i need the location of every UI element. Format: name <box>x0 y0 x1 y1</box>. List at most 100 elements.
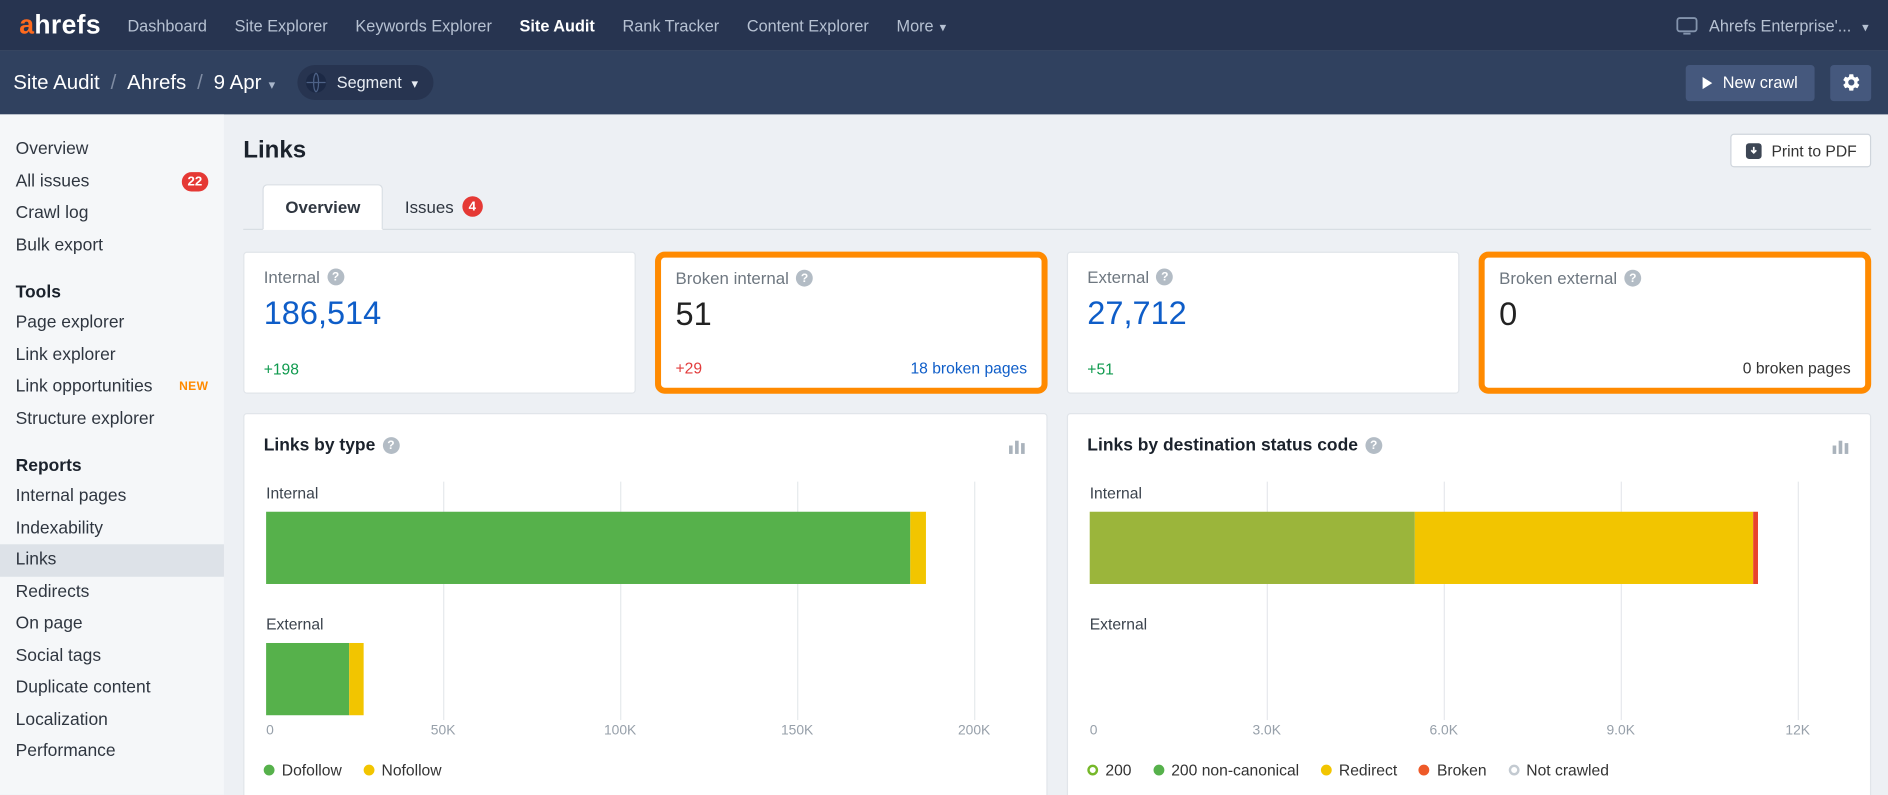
bar-segment-dofollow[interactable] <box>266 643 349 715</box>
metric-card-internal: Internal?186,514+198 <box>243 252 636 394</box>
help-icon: ? <box>796 270 813 287</box>
legend-broken[interactable]: Broken <box>1419 761 1487 779</box>
sidebar-item-crawl-log[interactable]: Crawl log <box>0 197 224 229</box>
help-icon: ? <box>1365 437 1382 454</box>
sidebar-item-link-explorer[interactable]: Link explorer <box>0 339 224 371</box>
sidebar-item-page-explorer[interactable]: Page explorer <box>0 307 224 339</box>
segment-button[interactable]: Segment <box>297 65 434 100</box>
nav-item-label: Content Explorer <box>747 16 869 34</box>
bar-segment-200[interactable] <box>1090 512 1415 584</box>
x-tick: 100K <box>604 724 636 738</box>
legend-dot <box>1153 765 1164 776</box>
metric-label: Internal <box>264 267 320 286</box>
primary-nav: Dashboard Site Explorer Keywords Explorer S… <box>127 16 946 34</box>
sidebar-item-social-tags[interactable]: Social tags <box>0 640 224 672</box>
bar-segment-nofollow[interactable] <box>349 643 364 715</box>
bar-segment-broken[interactable] <box>1753 512 1758 584</box>
sidebar-item-structure-explorer[interactable]: Structure explorer <box>0 403 224 435</box>
chart-type-icon[interactable] <box>1831 437 1850 454</box>
sidebar-item-label: Redirects <box>16 582 90 601</box>
nav-item-label: Site Explorer <box>235 16 328 34</box>
nav-item-content-explorer[interactable]: Content Explorer <box>747 16 869 34</box>
bar-segment-nofollow[interactable] <box>910 512 926 584</box>
legend-redirect[interactable]: Redirect <box>1321 761 1397 779</box>
breadcrumb-separator <box>197 70 203 94</box>
sidebar-item-indexability[interactable]: Indexability <box>0 512 224 544</box>
nav-item-rank-tracker[interactable]: Rank Tracker <box>623 16 720 34</box>
metric-card-broken-external: Broken external?00 broken pages <box>1479 252 1872 394</box>
sidebar-item-label: Bulk export <box>16 236 103 255</box>
metric-label: External <box>1087 267 1149 286</box>
legend-not-crawled[interactable]: Not crawled <box>1508 761 1609 779</box>
nav-item-dashboard[interactable]: Dashboard <box>127 16 207 34</box>
logo-letter: a <box>19 10 34 40</box>
breadcrumb-site-audit[interactable]: Site Audit <box>13 70 99 94</box>
nav-item-site-explorer[interactable]: Site Explorer <box>235 16 328 34</box>
sidebar-item-redirects[interactable]: Redirects <box>0 576 224 608</box>
sidebar-item-overview[interactable]: Overview <box>0 134 224 166</box>
sidebar-item-links[interactable]: Links <box>0 544 224 576</box>
play-icon <box>1702 76 1712 88</box>
nav-item-label: Rank Tracker <box>623 16 720 34</box>
caret-down-icon <box>940 16 947 34</box>
x-tick: 0 <box>266 724 274 738</box>
legend-200[interactable]: 200 <box>1087 761 1131 779</box>
audit-actions: New crawl <box>1685 64 1871 100</box>
page-title: Links <box>243 137 306 165</box>
broken-pages-link[interactable]: 18 broken pages <box>910 359 1027 377</box>
new-crawl-button[interactable]: New crawl <box>1685 64 1814 100</box>
settings-button[interactable] <box>1830 64 1871 100</box>
account-menu[interactable]: Ahrefs Enterprise'... <box>1677 16 1869 34</box>
legend-dot <box>363 765 374 776</box>
sidebar-item-performance[interactable]: Performance <box>0 736 224 768</box>
legend-nofollow[interactable]: Nofollow <box>363 761 441 779</box>
issues-count-badge: 22 <box>182 172 209 191</box>
sidebar-item-label: All issues <box>16 172 90 191</box>
broken-pages-note: 0 broken pages <box>1743 359 1851 377</box>
sidebar-item-duplicate-content[interactable]: Duplicate content <box>0 672 224 704</box>
legend-dofollow[interactable]: Dofollow <box>264 761 342 779</box>
caret-down-icon <box>411 73 418 91</box>
breadcrumb-label: 9 Apr <box>214 70 262 94</box>
sidebar-item-localization[interactable]: Localization <box>0 704 224 736</box>
sidebar-item-label: Performance <box>16 742 116 761</box>
globe-icon <box>304 71 327 94</box>
ahrefs-logo[interactable]: ahrefs <box>19 10 101 41</box>
sidebar-item-label: Link opportunities <box>16 377 153 396</box>
app-root: ahrefs Dashboard Site Explorer Keywords Ex… <box>0 0 1888 795</box>
print-to-pdf-button[interactable]: Print to PDF <box>1731 134 1872 168</box>
sidebar-item-label: Overview <box>16 140 89 159</box>
legend-200-non-canonical[interactable]: 200 non-canonical <box>1153 761 1299 779</box>
sidebar-item-link-opportunities[interactable]: Link opportunitiesNEW <box>0 371 224 403</box>
nav-item-keywords-explorer[interactable]: Keywords Explorer <box>355 16 491 34</box>
tab-issues[interactable]: Issues 4 <box>383 184 504 229</box>
legend-label: Dofollow <box>282 761 342 779</box>
nav-item-more[interactable]: More <box>897 16 947 34</box>
chart-type-icon[interactable] <box>1008 437 1027 454</box>
metric-value: 51 <box>676 296 1028 333</box>
metric-card-broken-internal: Broken internal?51+2918 broken pages <box>655 252 1048 394</box>
new-crawl-label: New crawl <box>1723 73 1798 91</box>
gridline <box>1798 482 1799 720</box>
nav-item-label: Dashboard <box>127 16 207 34</box>
breadcrumb-ahrefs[interactable]: Ahrefs <box>127 70 186 94</box>
tab-label: Issues <box>405 197 454 216</box>
tab-overview[interactable]: Overview <box>262 184 383 230</box>
audit-header: Site Audit Ahrefs 9 Apr Segment New crawl <box>0 51 1888 115</box>
bar-internal <box>266 512 974 584</box>
sidebar-item-internal-pages[interactable]: Internal pages <box>0 480 224 512</box>
chart-legend: Dofollow Nofollow <box>264 761 1027 779</box>
help-icon: ? <box>383 437 400 454</box>
top-navbar: ahrefs Dashboard Site Explorer Keywords Ex… <box>0 0 1888 51</box>
breadcrumb-9-apr[interactable]: 9 Apr <box>214 70 276 94</box>
tab-label: Overview <box>285 197 360 216</box>
bar-segment-redirect[interactable] <box>1414 512 1753 584</box>
sidebar-item-label: Indexability <box>16 519 103 538</box>
x-tick: 200K <box>958 724 990 738</box>
nav-item-site-audit[interactable]: Site Audit <box>520 16 595 34</box>
sidebar-item-bulk-export[interactable]: Bulk export <box>0 229 224 261</box>
metric-value: 27,712 <box>1087 295 1439 332</box>
bar-segment-dofollow[interactable] <box>266 512 910 584</box>
sidebar-item-on-page[interactable]: On page <box>0 608 224 640</box>
sidebar-item-all-issues[interactable]: All issues 22 <box>0 166 224 198</box>
